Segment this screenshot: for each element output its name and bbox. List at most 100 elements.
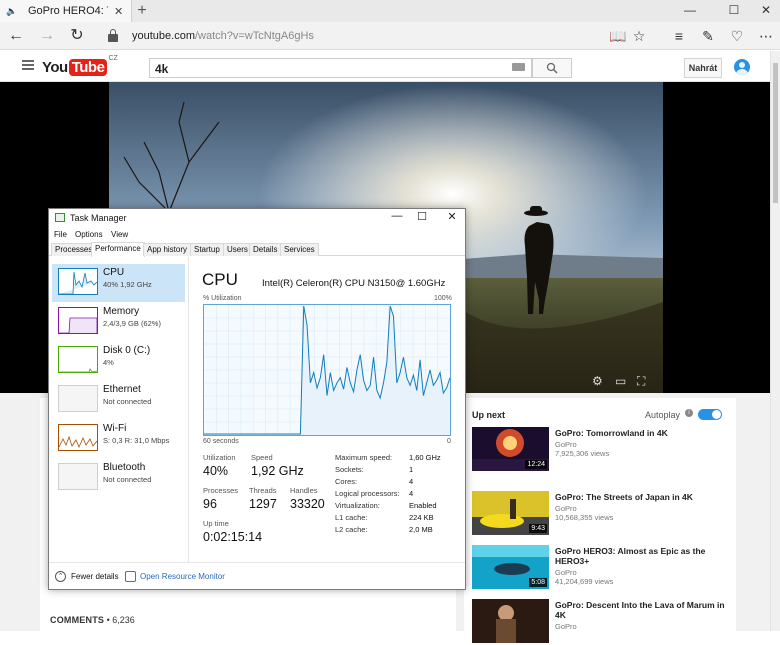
page-scrollbar[interactable] xyxy=(770,51,780,631)
detail-label: Sockets: xyxy=(335,465,364,474)
sidebar-item-disk[interactable]: Disk 0 (C:) 4% xyxy=(52,342,185,380)
favorite-star-icon[interactable]: ☆ xyxy=(629,26,649,46)
task-manager-window[interactable]: Task Manager — ☐ ✕ File Options View Pro… xyxy=(48,208,466,590)
fewer-details-link[interactable]: Fewer details xyxy=(71,572,119,581)
sidebar-item-sub: Not connected xyxy=(103,397,152,406)
logo-tube: Tube xyxy=(68,58,108,76)
new-tab-icon[interactable]: + xyxy=(134,2,150,20)
menu-options[interactable]: Options xyxy=(75,230,103,239)
video-duration: 9:43 xyxy=(529,524,547,533)
menu-icon[interactable] xyxy=(22,60,34,72)
tab-bar: Processes Performance App history Startu… xyxy=(49,242,465,257)
video-thumbnail[interactable]: 5:08 xyxy=(472,545,549,589)
autoplay-label: Autoplay xyxy=(645,410,681,420)
channel-name: GoPro xyxy=(555,568,577,577)
url-path: /watch?v=wTcNtgA6gHs xyxy=(194,30,314,42)
speaker-icon[interactable]: 🔈 xyxy=(6,6,18,17)
utilization-label: Utilization xyxy=(203,453,236,462)
sidebar-item-label: Bluetooth xyxy=(103,462,146,473)
region-label: CZ xyxy=(108,55,118,62)
web-note-icon[interactable]: ✎ xyxy=(698,26,718,46)
tab-details[interactable]: Details xyxy=(249,243,282,256)
info-icon[interactable]: i xyxy=(685,409,693,417)
address-bar[interactable]: youtube.com/watch?v=wTcNtgA6gHs xyxy=(132,30,314,42)
video-thumbnail[interactable]: 9:43 xyxy=(472,491,549,535)
address-bar-row: ← → ↻ youtube.com/watch?v=wTcNtgA6gHs 📖 … xyxy=(0,22,780,50)
detail-label: Logical processors: xyxy=(335,489,400,498)
task-manager-icon xyxy=(55,213,65,222)
youtube-logo[interactable]: You Tube CZ xyxy=(42,55,118,77)
resource-monitor-icon xyxy=(125,571,136,582)
detail-value: 2,0 MB xyxy=(409,525,433,534)
tab-startup[interactable]: Startup xyxy=(190,243,224,256)
sidebar-item-cpu[interactable]: CPU 40% 1,92 GHz xyxy=(52,264,185,302)
sidebar-item-sub: 4% xyxy=(103,358,114,367)
minimize-icon[interactable]: — xyxy=(385,210,409,222)
related-video[interactable]: GoPro: Descent Into the Lava of Marum in… xyxy=(472,599,732,645)
refresh-icon[interactable]: ↻ xyxy=(66,26,88,46)
disk-mini-graph xyxy=(58,346,98,373)
maximize-icon[interactable]: ☐ xyxy=(716,0,752,22)
close-icon[interactable]: ✕ xyxy=(114,5,123,18)
chevron-up-icon[interactable]: ⌃ xyxy=(55,571,66,582)
forward-icon[interactable]: → xyxy=(36,26,58,46)
back-icon[interactable]: ← xyxy=(5,26,27,46)
settings-icon[interactable]: ⚙ xyxy=(592,374,603,388)
reading-view-icon[interactable]: 📖 xyxy=(608,26,628,46)
menu-view[interactable]: View xyxy=(111,230,128,239)
minimize-icon[interactable]: — xyxy=(672,0,708,22)
task-manager-footer: ⌃ Fewer details Open Resource Monitor xyxy=(49,562,465,590)
related-video[interactable]: 12:24 GoPro: Tomorrowland in 4K GoPro 7,… xyxy=(472,427,732,473)
tab-services[interactable]: Services xyxy=(280,243,319,256)
related-video[interactable]: 9:43 GoPro: The Streets of Japan in 4K G… xyxy=(472,491,732,537)
bluetooth-mini-graph xyxy=(58,463,98,490)
sidebar-item-wifi[interactable]: Wi-Fi S: 0,3 R: 31,0 Mbps xyxy=(52,420,185,458)
task-manager-title-bar[interactable]: Task Manager — ☐ ✕ xyxy=(49,209,465,227)
close-window-icon[interactable]: ✕ xyxy=(748,0,780,22)
share-icon[interactable]: ♡ xyxy=(727,26,747,46)
search-icon xyxy=(546,62,558,74)
tab-app-history[interactable]: App history xyxy=(143,243,192,256)
avatar[interactable] xyxy=(734,59,750,75)
detail-label: L1 cache: xyxy=(335,513,368,522)
tab-performance[interactable]: Performance xyxy=(91,242,145,257)
autoplay-toggle[interactable] xyxy=(698,409,722,420)
handles-label: Handles xyxy=(290,486,318,495)
cpu-details-panel: CPU Intel(R) Celeron(R) CPU N3150@ 1.60G… xyxy=(189,257,465,562)
sidebar-item-sub: Not connected xyxy=(103,475,152,484)
sidebar-item-label: CPU xyxy=(103,267,125,278)
sidebar-item-label: Disk 0 (C:) xyxy=(103,345,151,356)
handles-value: 33320 xyxy=(290,497,325,511)
video-title[interactable]: GoPro: The Streets of Japan in 4K xyxy=(555,492,725,502)
keyboard-icon[interactable] xyxy=(512,63,525,71)
search-button[interactable] xyxy=(532,58,572,78)
sidebar-item-ethernet[interactable]: Ethernet Not connected xyxy=(52,381,185,419)
video-thumbnail[interactable]: 12:24 xyxy=(472,427,549,471)
channel-name: GoPro xyxy=(555,622,577,631)
more-icon[interactable]: ⋯ xyxy=(756,26,776,46)
maximize-icon[interactable]: ☐ xyxy=(410,210,434,223)
video-title[interactable]: GoPro HERO3: Almost as Epic as the HERO3… xyxy=(555,546,725,566)
detail-label: Cores: xyxy=(335,477,358,486)
upload-button[interactable]: Nahrát xyxy=(684,58,722,78)
tab-processes[interactable]: Processes xyxy=(51,243,97,256)
menu-file[interactable]: File xyxy=(54,230,67,239)
theater-mode-icon[interactable]: ▭ xyxy=(615,374,626,388)
browser-tab[interactable]: 🔈 GoPro HERO4: The A ✕ xyxy=(0,0,132,22)
youtube-header: You Tube CZ 4k Nahrát xyxy=(0,51,770,82)
open-resource-monitor-link[interactable]: Open Resource Monitor xyxy=(140,572,225,581)
hub-icon[interactable]: ≡ xyxy=(669,26,689,46)
close-icon[interactable]: ✕ xyxy=(440,210,464,223)
memory-mini-graph xyxy=(58,307,98,334)
video-thumbnail[interactable] xyxy=(472,599,549,643)
search-input[interactable]: 4k xyxy=(149,58,532,78)
detail-label: Virtualization: xyxy=(335,501,380,510)
related-video[interactable]: 5:08 GoPro HERO3: Almost as Epic as the … xyxy=(472,545,732,591)
sidebar-item-bluetooth[interactable]: Bluetooth Not connected xyxy=(52,459,185,497)
video-title[interactable]: GoPro: Tomorrowland in 4K xyxy=(555,428,725,438)
sidebar-item-memory[interactable]: Memory 2,4/3,9 GB (62%) xyxy=(52,303,185,341)
tab-users[interactable]: Users xyxy=(223,243,252,256)
fullscreen-icon[interactable]: ⛶ xyxy=(637,374,645,389)
video-title[interactable]: GoPro: Descent Into the Lava of Marum in… xyxy=(555,600,725,620)
cpu-mini-graph xyxy=(58,268,98,295)
